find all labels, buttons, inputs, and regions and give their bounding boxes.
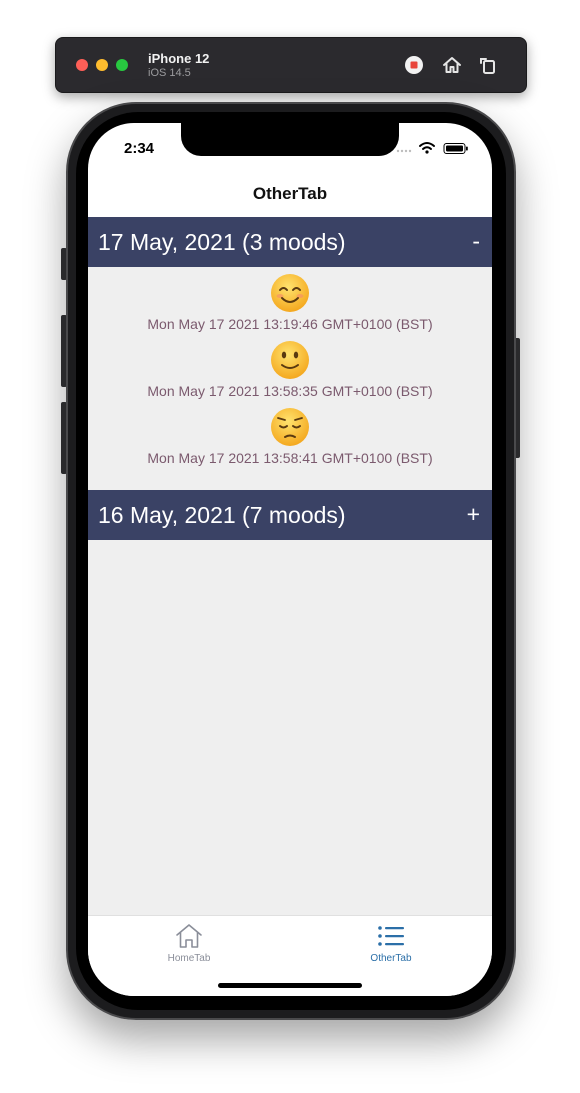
close-window-button[interactable] xyxy=(76,59,88,71)
device-name: iPhone 12 xyxy=(148,51,210,66)
simulator-home-button[interactable] xyxy=(441,54,463,76)
section-header-16-may[interactable]: 16 May, 2021 (7 moods) + xyxy=(88,490,492,540)
simulator-toolbar: iPhone 12 iOS 14.5 xyxy=(55,37,527,93)
collapse-toggle[interactable]: - xyxy=(472,228,480,255)
rotate-icon xyxy=(480,58,495,74)
list-item: Mon May 17 2021 13:19:46 GMT+0100 (BST) xyxy=(88,273,492,332)
list-item: Mon May 17 2021 13:58:41 GMT+0100 (BST) xyxy=(88,407,492,466)
mood-timestamp: Mon May 17 2021 13:19:46 GMT+0100 (BST) xyxy=(147,316,433,332)
os-version: iOS 14.5 xyxy=(148,67,191,79)
signal-icon xyxy=(396,149,412,153)
mood-timestamp: Mon May 17 2021 13:58:41 GMT+0100 (BST) xyxy=(147,450,433,466)
tab-home[interactable]: HomeTab xyxy=(88,916,290,976)
stop-recording-button[interactable] xyxy=(403,54,425,76)
mood-list: 17 May, 2021 (3 moods) - Mon May 17 2021… xyxy=(88,217,492,915)
section-title: 17 May, 2021 (3 moods) xyxy=(98,229,346,255)
minimize-window-button[interactable] xyxy=(96,59,108,71)
slightly-smiling-face-icon xyxy=(271,341,309,379)
record-stop-icon xyxy=(405,56,423,74)
page-title: OtherTab xyxy=(252,184,328,203)
list-icon xyxy=(378,926,404,946)
smiling-face-icon xyxy=(271,274,309,312)
battery-icon xyxy=(443,143,468,154)
notch xyxy=(181,123,399,156)
list-item: Mon May 17 2021 13:58:35 GMT+0100 (BST) xyxy=(88,340,492,399)
tab-label: HomeTab xyxy=(167,953,211,964)
zoom-window-button[interactable] xyxy=(116,59,128,71)
phone-screen: 2:34 OtherTab 17 May, 2021 (3 moods) - M… xyxy=(88,123,492,996)
section-header-17-may[interactable]: 17 May, 2021 (3 moods) - xyxy=(88,217,492,267)
section-title: 16 May, 2021 (7 moods) xyxy=(98,502,346,528)
status-icons xyxy=(396,142,468,154)
tab-label: OtherTab xyxy=(370,953,412,964)
home-icon xyxy=(176,924,202,948)
rotate-device-button[interactable] xyxy=(477,54,499,76)
tab-other[interactable]: OtherTab xyxy=(290,916,492,976)
home-icon xyxy=(443,57,461,73)
expand-toggle[interactable]: + xyxy=(467,501,480,528)
status-time: 2:34 xyxy=(124,140,155,157)
wifi-icon xyxy=(419,142,435,150)
mood-timestamp: Mon May 17 2021 13:58:35 GMT+0100 (BST) xyxy=(147,383,433,399)
home-indicator[interactable] xyxy=(218,983,362,988)
pensive-face-icon xyxy=(271,408,309,446)
